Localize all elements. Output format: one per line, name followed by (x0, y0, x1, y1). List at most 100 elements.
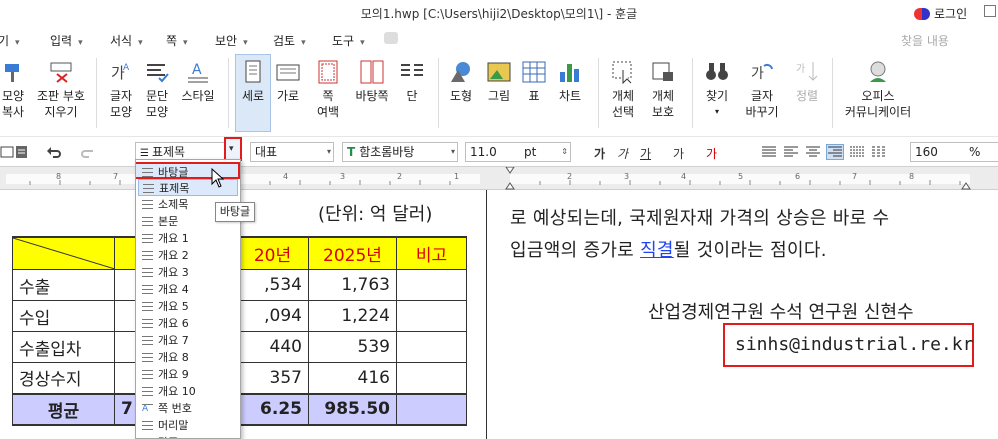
font-size-field[interactable]: 11.0 pt ⇕ (465, 142, 571, 162)
svg-text:A: A (123, 63, 130, 73)
table-cell[interactable]: 평균 (12, 392, 115, 426)
style-tooltip: 바탕글 (215, 202, 255, 222)
style-option[interactable]: 각주 (138, 434, 238, 438)
object-protect-button[interactable]: 개체 보호 (646, 60, 680, 120)
bold-button[interactable]: 가 (594, 145, 605, 162)
table-cell[interactable] (396, 392, 467, 426)
align-left-icon[interactable] (783, 145, 799, 159)
table-cell[interactable]: 357 (236, 362, 309, 394)
table-cell[interactable] (396, 300, 467, 332)
landscape-button[interactable]: 가로 (273, 60, 303, 104)
style-option[interactable]: 개요 4 (138, 281, 238, 298)
table-cell[interactable]: 440 (236, 331, 309, 363)
strike-button[interactable]: 가 (673, 145, 684, 162)
picture-button[interactable]: 그림 (484, 60, 514, 104)
table-cell[interactable]: 416 (308, 362, 397, 394)
master-page-button[interactable]: 바탕쪽 (352, 60, 392, 104)
align-divide-icon[interactable] (871, 145, 887, 159)
menu-bar: 기 ▾ 입력 ▾ 서식 ▾ 쪽 ▾ 보안 ▾ 검토 ▾ 도구 ▾ 찾을 내용 (0, 26, 998, 52)
table-cell[interactable]: 539 (308, 331, 397, 363)
style-option[interactable]: A쪽 번호 (138, 400, 238, 417)
align-center-icon[interactable] (805, 145, 821, 159)
zoom-combo[interactable]: 160% (910, 142, 998, 162)
table-cell[interactable]: 수입 (12, 300, 115, 332)
align-distribute-icon[interactable] (849, 145, 865, 159)
italic-button[interactable]: 가 (617, 145, 628, 162)
style-option[interactable]: 개요 7 (138, 332, 238, 349)
portrait-icon (241, 60, 265, 84)
object-select-button[interactable]: 개체 선택 (606, 60, 640, 120)
style-icon (142, 234, 153, 243)
table-cell[interactable]: ,534 (236, 269, 309, 301)
table-cell[interactable]: 1,224 (308, 300, 397, 332)
link-text[interactable]: 직결 (640, 240, 674, 261)
table-cell[interactable]: 2025년 (308, 236, 397, 270)
table-cell[interactable]: 경상수지 (12, 362, 115, 394)
sort-button[interactable]: 가 정렬 (790, 60, 824, 104)
char-shape-button[interactable]: 가A 글자 모양 (104, 60, 138, 120)
char-shape-icon: 가A (109, 60, 133, 84)
shapes-button[interactable]: 도형 (446, 60, 476, 104)
ribbon: 모양 복사 조판 부호 지우기 가A 글자 모양 문단 모양 A 스타일 세로 … (0, 52, 998, 136)
table-button[interactable]: 표 (521, 60, 547, 104)
replace-button[interactable]: 가 글자 바꾸기 (742, 60, 782, 120)
login-label: 로그인 (934, 7, 968, 21)
style-option[interactable]: 개요 2 (138, 247, 238, 264)
table-cell[interactable] (396, 269, 467, 301)
style-dropdown-button[interactable]: ▾ (224, 137, 242, 161)
menu-page[interactable]: 쪽 ▾ (166, 32, 188, 49)
portrait-button[interactable]: 세로 (235, 54, 271, 132)
font-color-button[interactable]: 가 (706, 145, 717, 162)
style-option[interactable]: 개요 8 (138, 349, 238, 366)
language-combo[interactable]: 대표 ▾ (250, 142, 334, 162)
clear-marks-button[interactable]: 조판 부호 지우기 (34, 60, 88, 120)
menu-insert[interactable]: 입력 ▾ (50, 32, 83, 49)
doc-icon[interactable] (14, 145, 30, 159)
table-cell[interactable]: 985.50 (308, 392, 397, 426)
columns-button[interactable]: 단 (398, 60, 426, 104)
paint-format-button[interactable]: 모양 복사 (0, 60, 30, 120)
style-dropdown-list[interactable]: 바탕글 표제목 소제목 본문 개요 1 개요 2 개요 3 개요 4 개요 5 … (135, 159, 241, 439)
align-justify-icon[interactable] (761, 145, 777, 159)
restore-window-icon[interactable] (984, 5, 996, 17)
table-cell[interactable] (12, 236, 115, 270)
find-button[interactable]: 찾기 ▾ (701, 60, 733, 120)
table-cell[interactable]: 1,763 (308, 269, 397, 301)
style-option[interactable]: 머리말 (138, 417, 238, 434)
search-field[interactable]: 찾을 내용 (901, 32, 949, 49)
redo-icon[interactable] (80, 145, 96, 159)
style-option[interactable]: 개요 9 (138, 366, 238, 383)
menu-format[interactable]: 서식 ▾ (110, 32, 143, 49)
table-cell[interactable]: 6.25 (236, 392, 309, 426)
table-cell[interactable]: 수출입차 (12, 331, 115, 363)
style-button[interactable]: A 스타일 (178, 60, 218, 104)
menu-view[interactable]: 기 ▾ (0, 32, 20, 49)
chart-button[interactable]: 차트 (555, 60, 585, 104)
table-cell[interactable]: ,094 (236, 300, 309, 332)
font-combo[interactable]: T 함초롬바탕 ▾ (342, 142, 458, 162)
style-icon (142, 268, 153, 277)
table-cell[interactable] (396, 331, 467, 363)
communicator-button[interactable]: 오피스 커뮤니케이터 (838, 60, 918, 120)
menu-security[interactable]: 보안 ▾ (215, 32, 248, 49)
style-icon (142, 353, 153, 362)
table-cell[interactable]: 수출 (12, 269, 115, 301)
style-option[interactable]: 개요 6 (138, 315, 238, 332)
table-cell[interactable] (396, 362, 467, 394)
undo-icon[interactable] (46, 145, 62, 159)
margins-button[interactable]: 쪽 여백 (310, 60, 346, 120)
style-option[interactable]: 개요 3 (138, 264, 238, 281)
table-cell[interactable]: 20년 (236, 236, 309, 270)
style-option[interactable]: 개요 1 (138, 230, 238, 247)
menu-review[interactable]: 검토 ▾ (273, 32, 306, 49)
login-button[interactable]: 로그인 (914, 5, 967, 22)
style-option[interactable]: 개요 5 (138, 298, 238, 315)
email-text[interactable]: sinhs@industrial.re.kr (735, 334, 973, 355)
style-option[interactable]: 개요 10 (138, 383, 238, 400)
menu-tools[interactable]: 도구 ▾ (332, 32, 365, 49)
underline-button[interactable]: 가 (640, 145, 651, 162)
para-shape-button[interactable]: 문단 모양 (140, 60, 174, 120)
align-right-icon[interactable] (826, 144, 844, 160)
table-cell[interactable]: 비고 (396, 236, 467, 270)
quick-icon[interactable] (384, 32, 398, 44)
